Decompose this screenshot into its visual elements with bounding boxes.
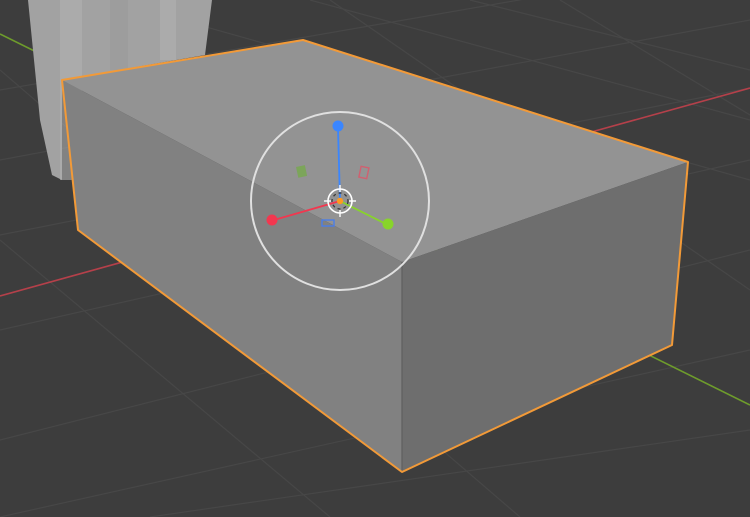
origin-dot-icon [336, 197, 344, 205]
x-axis-handle-icon[interactable] [266, 214, 278, 226]
3d-viewport[interactable] [0, 0, 750, 517]
y-axis-handle-icon[interactable] [382, 218, 394, 230]
viewport-canvas[interactable] [0, 0, 750, 517]
z-axis-handle-icon[interactable] [332, 120, 344, 132]
